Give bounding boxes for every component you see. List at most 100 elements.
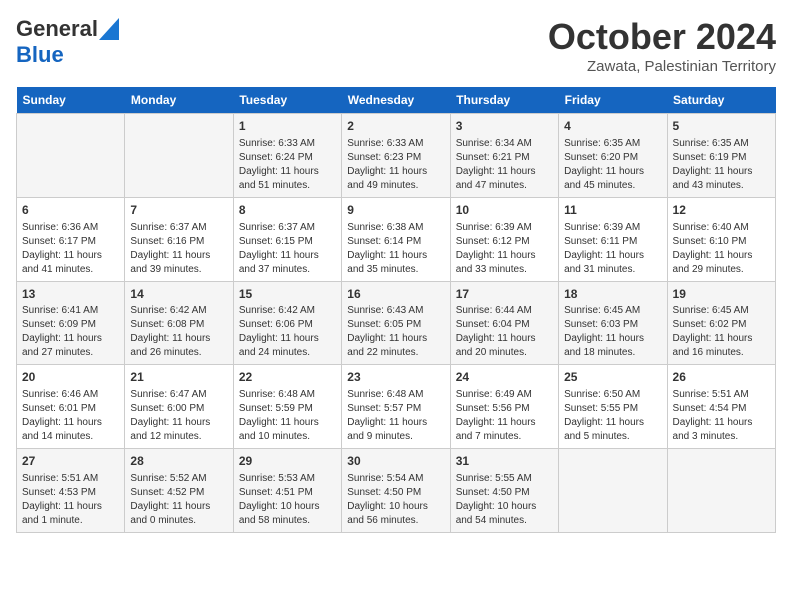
day-number: 16 [347, 286, 444, 303]
day-cell [17, 114, 125, 198]
day-cell: 7Sunrise: 6:37 AM Sunset: 6:16 PM Daylig… [125, 197, 233, 281]
day-number: 6 [22, 202, 119, 219]
header-monday: Monday [125, 87, 233, 114]
day-info: Sunrise: 6:39 AM Sunset: 6:12 PM Dayligh… [456, 221, 553, 277]
header-thursday: Thursday [450, 87, 558, 114]
day-cell [667, 449, 775, 533]
day-cell: 1Sunrise: 6:33 AM Sunset: 6:24 PM Daylig… [233, 114, 341, 198]
day-cell [125, 114, 233, 198]
day-cell: 28 Sunrise: 5:52 AM Sunset: 4:52 PM Dayli… [125, 449, 233, 533]
day-info: Sunrise: 6:45 AM Sunset: 6:02 PM Dayligh… [673, 304, 770, 360]
day-number: 13 [22, 286, 119, 303]
day-number: 27 [22, 453, 119, 470]
day-cell: 22 Sunrise: 6:48 AM Sunset: 5:59 PM Dayli… [233, 365, 341, 449]
day-info: Sunrise: 6:42 AM Sunset: 6:06 PM Dayligh… [239, 304, 336, 360]
day-cell: 4Sunrise: 6:35 AM Sunset: 6:20 PM Daylig… [559, 114, 667, 198]
week-row-3: 13Sunrise: 6:41 AM Sunset: 6:09 PM Dayli… [17, 281, 776, 365]
day-info: Sunrise: 6:34 AM Sunset: 6:21 PM Dayligh… [456, 137, 553, 193]
day-info: Sunrise: 6:38 AM Sunset: 6:14 PM Dayligh… [347, 221, 444, 277]
day-info: Sunrise: 6:41 AM Sunset: 6:09 PM Dayligh… [22, 304, 119, 360]
calendar-table: SundayMondayTuesdayWednesdayThursdayFrid… [16, 87, 776, 533]
day-number: 3 [456, 118, 553, 135]
day-info: Sunrise: 6:33 AM Sunset: 6:23 PM Dayligh… [347, 137, 444, 193]
header-saturday: Saturday [667, 87, 775, 114]
day-cell: 9 Sunrise: 6:38 AM Sunset: 6:14 PM Daylig… [342, 197, 450, 281]
day-number: 17 [456, 286, 553, 303]
day-info: Sunrise: 6:46 AM Sunset: 6:01 PM Dayligh… [22, 388, 119, 444]
day-info: Sunrise: 5:51 AM Sunset: 4:53 PM Dayligh… [22, 472, 119, 528]
day-info: Sunrise: 6:45 AM Sunset: 6:03 PM Dayligh… [564, 304, 661, 360]
location-subtitle: Zawata, Palestinian Territory [548, 58, 776, 75]
day-info: Sunrise: 6:42 AM Sunset: 6:08 PM Dayligh… [130, 304, 227, 360]
week-row-1: 1Sunrise: 6:33 AM Sunset: 6:24 PM Daylig… [17, 114, 776, 198]
day-info: Sunrise: 5:53 AM Sunset: 4:51 PM Dayligh… [239, 472, 336, 528]
day-cell: 15Sunrise: 6:42 AM Sunset: 6:06 PM Dayli… [233, 281, 341, 365]
day-info: Sunrise: 6:47 AM Sunset: 6:00 PM Dayligh… [130, 388, 227, 444]
day-number: 14 [130, 286, 227, 303]
day-number: 2 [347, 118, 444, 135]
day-cell: 14Sunrise: 6:42 AM Sunset: 6:08 PM Dayli… [125, 281, 233, 365]
day-cell: 27 Sunrise: 5:51 AM Sunset: 4:53 PM Dayli… [17, 449, 125, 533]
day-number: 18 [564, 286, 661, 303]
day-info: Sunrise: 5:54 AM Sunset: 4:50 PM Dayligh… [347, 472, 444, 528]
week-row-5: 27 Sunrise: 5:51 AM Sunset: 4:53 PM Dayli… [17, 449, 776, 533]
day-cell: 8 Sunrise: 6:37 AM Sunset: 6:15 PM Daylig… [233, 197, 341, 281]
day-info: Sunrise: 6:37 AM Sunset: 6:16 PM Dayligh… [130, 221, 227, 277]
day-cell: 6 Sunrise: 6:36 AM Sunset: 6:17 PM Daylig… [17, 197, 125, 281]
day-info: Sunrise: 6:49 AM Sunset: 5:56 PM Dayligh… [456, 388, 553, 444]
week-row-2: 6 Sunrise: 6:36 AM Sunset: 6:17 PM Daylig… [17, 197, 776, 281]
day-number: 20 [22, 369, 119, 386]
day-number: 22 [239, 369, 336, 386]
day-number: 10 [456, 202, 553, 219]
day-info: Sunrise: 6:40 AM Sunset: 6:10 PM Dayligh… [673, 221, 770, 277]
day-number: 23 [347, 369, 444, 386]
title-area: October 2024 Zawata, Palestinian Territo… [548, 16, 776, 75]
day-cell: 25Sunrise: 6:50 AM Sunset: 5:55 PM Dayli… [559, 365, 667, 449]
day-info: Sunrise: 6:48 AM Sunset: 5:59 PM Dayligh… [239, 388, 336, 444]
day-info: Sunrise: 6:39 AM Sunset: 6:11 PM Dayligh… [564, 221, 661, 277]
day-number: 24 [456, 369, 553, 386]
logo-blue-text: Blue [16, 42, 64, 67]
day-number: 29 [239, 453, 336, 470]
header-sunday: Sunday [17, 87, 125, 114]
day-number: 12 [673, 202, 770, 219]
day-cell: 20 Sunrise: 6:46 AM Sunset: 6:01 PM Dayli… [17, 365, 125, 449]
day-cell: 17Sunrise: 6:44 AM Sunset: 6:04 PM Dayli… [450, 281, 558, 365]
day-cell: 2 Sunrise: 6:33 AM Sunset: 6:23 PM Daylig… [342, 114, 450, 198]
day-cell [559, 449, 667, 533]
day-cell: 26Sunrise: 5:51 AM Sunset: 4:54 PM Dayli… [667, 365, 775, 449]
day-cell: 19Sunrise: 6:45 AM Sunset: 6:02 PM Dayli… [667, 281, 775, 365]
day-info: Sunrise: 6:44 AM Sunset: 6:04 PM Dayligh… [456, 304, 553, 360]
day-info: Sunrise: 5:55 AM Sunset: 4:50 PM Dayligh… [456, 472, 553, 528]
day-cell: 18Sunrise: 6:45 AM Sunset: 6:03 PM Dayli… [559, 281, 667, 365]
day-info: Sunrise: 6:48 AM Sunset: 5:57 PM Dayligh… [347, 388, 444, 444]
day-number: 30 [347, 453, 444, 470]
logo: General Blue [16, 16, 119, 68]
day-cell: 12 Sunrise: 6:40 AM Sunset: 6:10 PM Dayli… [667, 197, 775, 281]
day-cell: 13Sunrise: 6:41 AM Sunset: 6:09 PM Dayli… [17, 281, 125, 365]
day-number: 19 [673, 286, 770, 303]
header-wednesday: Wednesday [342, 87, 450, 114]
day-number: 8 [239, 202, 336, 219]
day-cell: 29 Sunrise: 5:53 AM Sunset: 4:51 PM Dayli… [233, 449, 341, 533]
day-cell: 11Sunrise: 6:39 AM Sunset: 6:11 PM Dayli… [559, 197, 667, 281]
day-cell: 31 Sunrise: 5:55 AM Sunset: 4:50 PM Dayli… [450, 449, 558, 533]
day-info: Sunrise: 6:36 AM Sunset: 6:17 PM Dayligh… [22, 221, 119, 277]
day-info: Sunrise: 6:37 AM Sunset: 6:15 PM Dayligh… [239, 221, 336, 277]
day-number: 15 [239, 286, 336, 303]
week-row-4: 20 Sunrise: 6:46 AM Sunset: 6:01 PM Dayli… [17, 365, 776, 449]
logo-triangle-icon [99, 18, 119, 40]
page-header: General Blue October 2024 Zawata, Palest… [16, 16, 776, 75]
day-number: 21 [130, 369, 227, 386]
day-info: Sunrise: 5:52 AM Sunset: 4:52 PM Dayligh… [130, 472, 227, 528]
day-cell: 24 Sunrise: 6:49 AM Sunset: 5:56 PM Dayli… [450, 365, 558, 449]
day-cell: 21 Sunrise: 6:47 AM Sunset: 6:00 PM Dayli… [125, 365, 233, 449]
day-cell: 3 Sunrise: 6:34 AM Sunset: 6:21 PM Daylig… [450, 114, 558, 198]
calendar-header-row: SundayMondayTuesdayWednesdayThursdayFrid… [17, 87, 776, 114]
header-friday: Friday [559, 87, 667, 114]
day-info: Sunrise: 5:51 AM Sunset: 4:54 PM Dayligh… [673, 388, 770, 444]
day-number: 28 [130, 453, 227, 470]
day-number: 31 [456, 453, 553, 470]
day-info: Sunrise: 6:43 AM Sunset: 6:05 PM Dayligh… [347, 304, 444, 360]
day-number: 9 [347, 202, 444, 219]
